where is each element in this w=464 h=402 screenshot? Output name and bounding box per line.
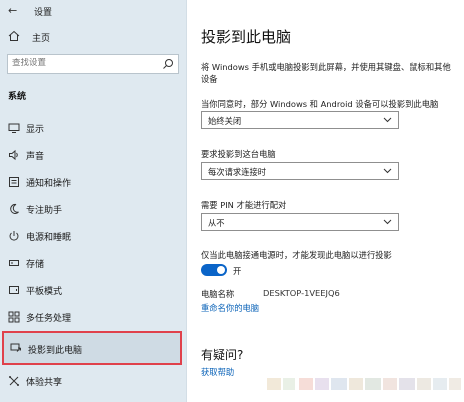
sidebar-item-sound[interactable]: 声音 <box>0 142 186 168</box>
home-icon <box>8 30 20 41</box>
chevron-down-icon <box>383 219 392 225</box>
monitor-icon <box>8 123 20 133</box>
search-input[interactable] <box>12 58 152 68</box>
sidebar-item-tablet-mode[interactable]: 平板模式 <box>0 277 186 303</box>
ask-to-project-label: 要求投影到这台电脑 <box>201 149 276 159</box>
sidebar-item-home[interactable]: 主页 <box>0 26 186 48</box>
get-help-link[interactable]: 获取帮助 <box>201 366 234 378</box>
sidebar-item-storage[interactable]: 存储 <box>0 250 186 276</box>
power-only-label: 仅当此电脑接通电源时，才能发现此电脑以进行投影 <box>201 250 392 260</box>
pin-dropdown[interactable]: 从不 <box>201 213 399 231</box>
search-box[interactable] <box>7 54 179 74</box>
sidebar-item-label: 专注助手 <box>26 206 63 216</box>
sidebar-item-label: 电源和睡眠 <box>26 233 72 243</box>
back-arrow-icon[interactable]: ← <box>8 4 17 17</box>
pc-name-value: DESKTOP-1VEEJQ6 <box>263 288 340 298</box>
section-label: 系统 <box>8 92 27 102</box>
pc-name-label: 电脑名称 <box>201 289 235 299</box>
dropdown-value: 始终关闭 <box>208 116 242 126</box>
sidebar-item-power-sleep[interactable]: 电源和睡眠 <box>0 223 186 249</box>
sidebar-item-project-to-pc[interactable]: 投影到此电脑 <box>2 331 182 365</box>
page-description: 将 Windows 手机或电脑投影到此屏幕，并使用其键盘、鼠标和其他设备 <box>201 62 451 84</box>
availability-label: 当你同意时，部分 Windows 和 Android 设备可以投影到此电脑 <box>201 99 439 109</box>
search-icon[interactable] <box>162 58 174 70</box>
power-icon <box>9 231 19 241</box>
sidebar-item-label: 主页 <box>32 34 51 44</box>
sidebar-item-label: 通知和操作 <box>26 179 72 189</box>
sidebar-item-label: 投影到此电脑 <box>28 346 83 356</box>
sidebar-item-label: 体验共享 <box>26 378 63 388</box>
speaker-icon <box>9 149 18 161</box>
sidebar-item-notifications[interactable]: 通知和操作 <box>0 169 186 195</box>
tablet-icon <box>9 286 19 294</box>
dropdown-value: 从不 <box>208 218 225 228</box>
sidebar-item-multitasking[interactable]: 多任务处理 <box>0 304 186 330</box>
moon-icon <box>10 203 19 214</box>
pixelated-overlay <box>259 356 464 402</box>
chevron-down-icon <box>383 117 392 123</box>
notification-icon <box>9 177 19 187</box>
multitasking-icon <box>8 311 20 323</box>
toggle-knob <box>217 266 225 274</box>
sidebar-item-label: 存储 <box>26 260 45 270</box>
rename-pc-link[interactable]: 重命名你的电脑 <box>201 302 259 314</box>
sidebar-item-label: 声音 <box>26 152 45 162</box>
chevron-down-icon <box>383 168 392 174</box>
availability-dropdown[interactable]: 始终关闭 <box>201 111 399 129</box>
sidebar-item-display[interactable]: 显示 <box>0 115 186 141</box>
sidebar-item-label: 平板模式 <box>26 287 63 297</box>
dropdown-value: 每次请求连接时 <box>208 167 267 177</box>
sidebar-item-label: 显示 <box>26 125 45 135</box>
storage-icon <box>9 260 19 266</box>
sidebar-item-label: 多任务处理 <box>26 314 72 324</box>
pin-label: 需要 PIN 才能进行配对 <box>201 200 287 210</box>
ask-to-project-dropdown[interactable]: 每次请求连接时 <box>201 162 399 180</box>
sidebar-item-focus-assist[interactable]: 专注助手 <box>0 196 186 222</box>
title-bar: ← 设置 <box>0 0 186 22</box>
share-icon <box>9 376 19 386</box>
sidebar: ← 设置 主页 系统 显示 声音 通知和操作 <box>0 0 187 402</box>
help-heading: 有疑问? <box>201 348 244 362</box>
project-icon <box>10 343 21 352</box>
toggle-state-label: 开 <box>233 266 242 276</box>
app-title: 设置 <box>34 8 53 18</box>
sidebar-item-shared-experiences[interactable]: 体验共享 <box>0 368 186 394</box>
page-title: 投影到此电脑 <box>201 28 292 46</box>
main-panel: 投影到此电脑 将 Windows 手机或电脑投影到此屏幕，并使用其键盘、鼠标和其… <box>187 0 464 402</box>
power-only-toggle[interactable] <box>201 264 227 276</box>
